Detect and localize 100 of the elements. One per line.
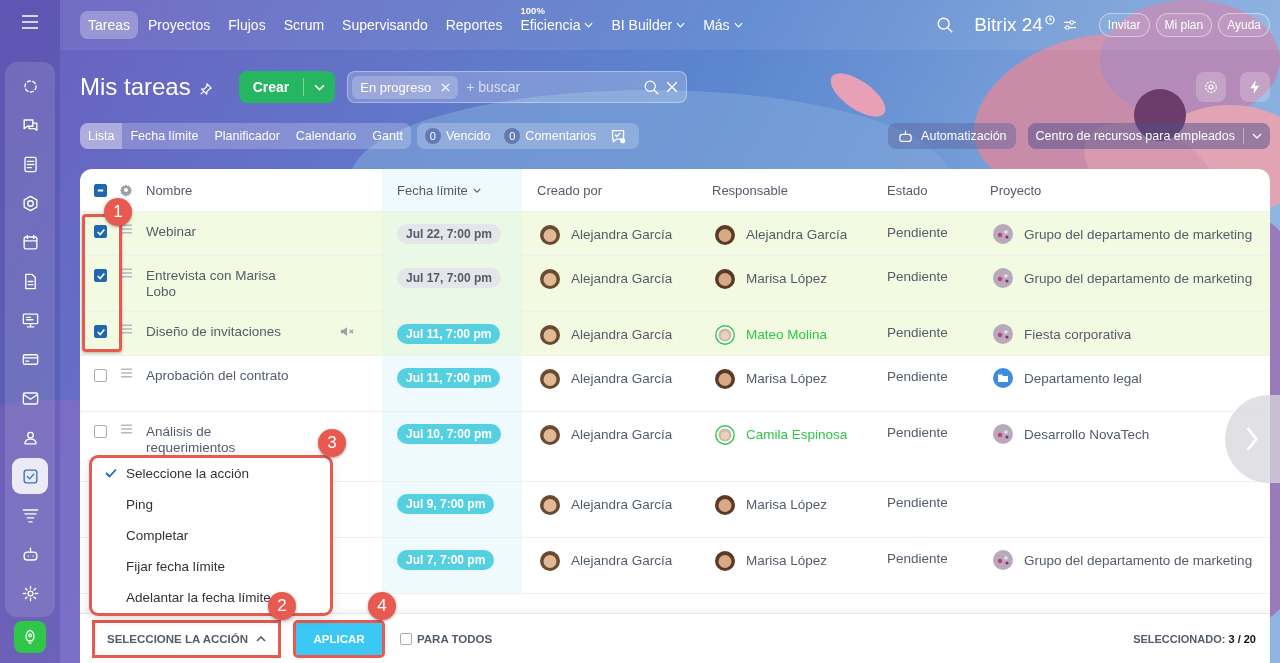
nav-tab[interactable]: Supervisando <box>334 11 436 39</box>
sliders-icon[interactable] <box>1062 19 1077 31</box>
person-name[interactable]: Alejandra García <box>571 551 673 571</box>
settings-icon[interactable] <box>119 183 133 197</box>
person-name[interactable]: Alejandra García <box>571 425 673 445</box>
task-icon <box>20 466 40 486</box>
person-name[interactable]: Marisa López <box>746 495 828 515</box>
project-link[interactable]: Grupo del departamento de marketing <box>1024 551 1253 571</box>
person-name[interactable]: Alejandra García <box>571 495 673 515</box>
checkbox[interactable] <box>94 325 107 338</box>
checkbox[interactable] <box>94 225 107 238</box>
calendar-icon <box>20 232 40 252</box>
project-link[interactable]: Departamento legal <box>1024 369 1142 389</box>
hexagon-icon <box>20 193 40 213</box>
task-name[interactable]: Webinar <box>146 224 298 240</box>
deadline-badge[interactable]: Jul 22, 7:00 pm <box>397 224 502 244</box>
pin-icon[interactable] <box>198 82 213 96</box>
select-all-checkbox[interactable] <box>94 183 107 197</box>
menu-item[interactable]: Seleccione la acción <box>92 458 330 489</box>
person-name[interactable]: Alejandra García <box>746 225 848 245</box>
person-name[interactable]: Alejandra García <box>571 269 673 289</box>
avatar <box>540 269 560 289</box>
checkbox[interactable] <box>94 369 107 382</box>
nav-tab[interactable]: Más <box>695 11 751 39</box>
counter-filter[interactable]: 0 Vencido <box>424 128 491 144</box>
nav-tab[interactable]: Proyectos <box>140 11 219 39</box>
checkbox[interactable] <box>94 269 107 282</box>
task-name[interactable]: Entrevista con Marisa Lobo <box>146 268 298 300</box>
chat-check-icon[interactable] <box>610 127 628 145</box>
project-link[interactable]: Fiesta corporativa <box>1024 325 1132 345</box>
person-name[interactable]: Alejandra García <box>571 225 673 245</box>
avatar <box>540 495 560 515</box>
caret-up-icon <box>256 635 266 642</box>
board-icon <box>20 310 40 330</box>
action-dropdown[interactable]: SELECCIONE LA ACCIÓN <box>95 622 278 655</box>
project-link[interactable]: Grupo del departamento de marketing <box>1024 269 1253 289</box>
person-name[interactable]: Marisa López <box>746 551 828 571</box>
resource-dropdown[interactable]: Centro de recursos para empleados <box>1027 123 1270 149</box>
checkbox[interactable] <box>400 632 412 645</box>
search-icon[interactable] <box>936 16 955 34</box>
page-title: Mis tareas <box>80 73 191 101</box>
avatar <box>540 225 560 245</box>
drag-handle-icon[interactable] <box>120 368 133 378</box>
nav-tab[interactable]: Flujos <box>220 11 274 39</box>
deadline-badge[interactable]: Jul 17, 7:00 pm <box>397 268 502 288</box>
close-icon[interactable] <box>666 81 679 93</box>
person-name[interactable]: Marisa López <box>746 269 828 289</box>
person-name[interactable]: Alejandra García <box>571 369 673 389</box>
drag-handle-icon[interactable] <box>120 424 133 434</box>
rocket-button[interactable] <box>14 621 46 653</box>
drag-handle-icon[interactable] <box>120 324 133 334</box>
settings-button[interactable] <box>1196 72 1226 102</box>
column-header[interactable]: Creado por <box>537 182 603 198</box>
avatar <box>540 325 560 345</box>
sort-caret-icon <box>472 187 481 193</box>
check-icon <box>95 270 106 281</box>
person-name[interactable]: Marisa López <box>746 369 828 389</box>
lightning-button[interactable] <box>1240 72 1270 102</box>
column-header[interactable]: Estado <box>887 182 928 198</box>
checkbox[interactable] <box>94 425 107 438</box>
count-badge: 0 <box>504 128 521 144</box>
column-header[interactable]: Nombre <box>146 182 193 198</box>
caret-icon <box>1252 133 1262 139</box>
robot-icon <box>20 544 40 564</box>
drag-handle-icon[interactable] <box>120 224 133 234</box>
clock-icon <box>1044 15 1055 25</box>
search-icon[interactable] <box>643 78 661 96</box>
menu-item[interactable]: Completar <box>92 520 330 551</box>
status-text: Pendiente <box>887 495 948 510</box>
task-name[interactable]: Análisis de requerimientos <box>146 424 298 456</box>
drag-handle-icon[interactable] <box>120 268 133 278</box>
count-badge: 0 <box>424 128 441 144</box>
avatar <box>540 369 560 389</box>
status-text: Pendiente <box>887 551 948 566</box>
caret-icon <box>733 22 743 28</box>
nav-tab[interactable]: Reportes <box>437 11 511 39</box>
menu-icon[interactable] <box>21 15 39 29</box>
menu-item[interactable]: Ping <box>92 489 330 520</box>
settings-icon <box>20 583 40 603</box>
project-link[interactable]: Desarrollo NovaTech <box>1024 425 1150 445</box>
automation-button[interactable]: Automatización <box>888 123 1016 149</box>
status-text: Pendiente <box>887 425 948 440</box>
status-text: Pendiente <box>887 325 948 340</box>
counter-filter[interactable]: 0 Comentarios <box>504 128 597 144</box>
task-name[interactable]: Aprobación del contrato <box>146 368 298 384</box>
checkbox-label[interactable]: PARA TODOS <box>417 632 493 645</box>
nav-tab[interactable]: Scrum <box>275 11 333 39</box>
avatar <box>540 425 560 445</box>
column-header[interactable]: Proyecto <box>990 182 1042 198</box>
person-name[interactable]: Alejandra García <box>571 325 673 345</box>
task-name[interactable]: Diseño de invitaciones <box>146 324 298 340</box>
avatar <box>540 551 560 571</box>
close-icon[interactable] <box>441 82 451 92</box>
check-icon <box>95 326 106 337</box>
sidebar-item[interactable] <box>12 458 48 494</box>
menu-item[interactable]: Fijar fecha límite <box>92 551 330 582</box>
project-link[interactable]: Grupo del departamento de marketing <box>1024 225 1253 245</box>
chevron-right-icon <box>1245 426 1259 452</box>
nav-tab[interactable]: BI Builder <box>603 11 694 39</box>
column-header[interactable]: Responsable <box>712 182 788 198</box>
